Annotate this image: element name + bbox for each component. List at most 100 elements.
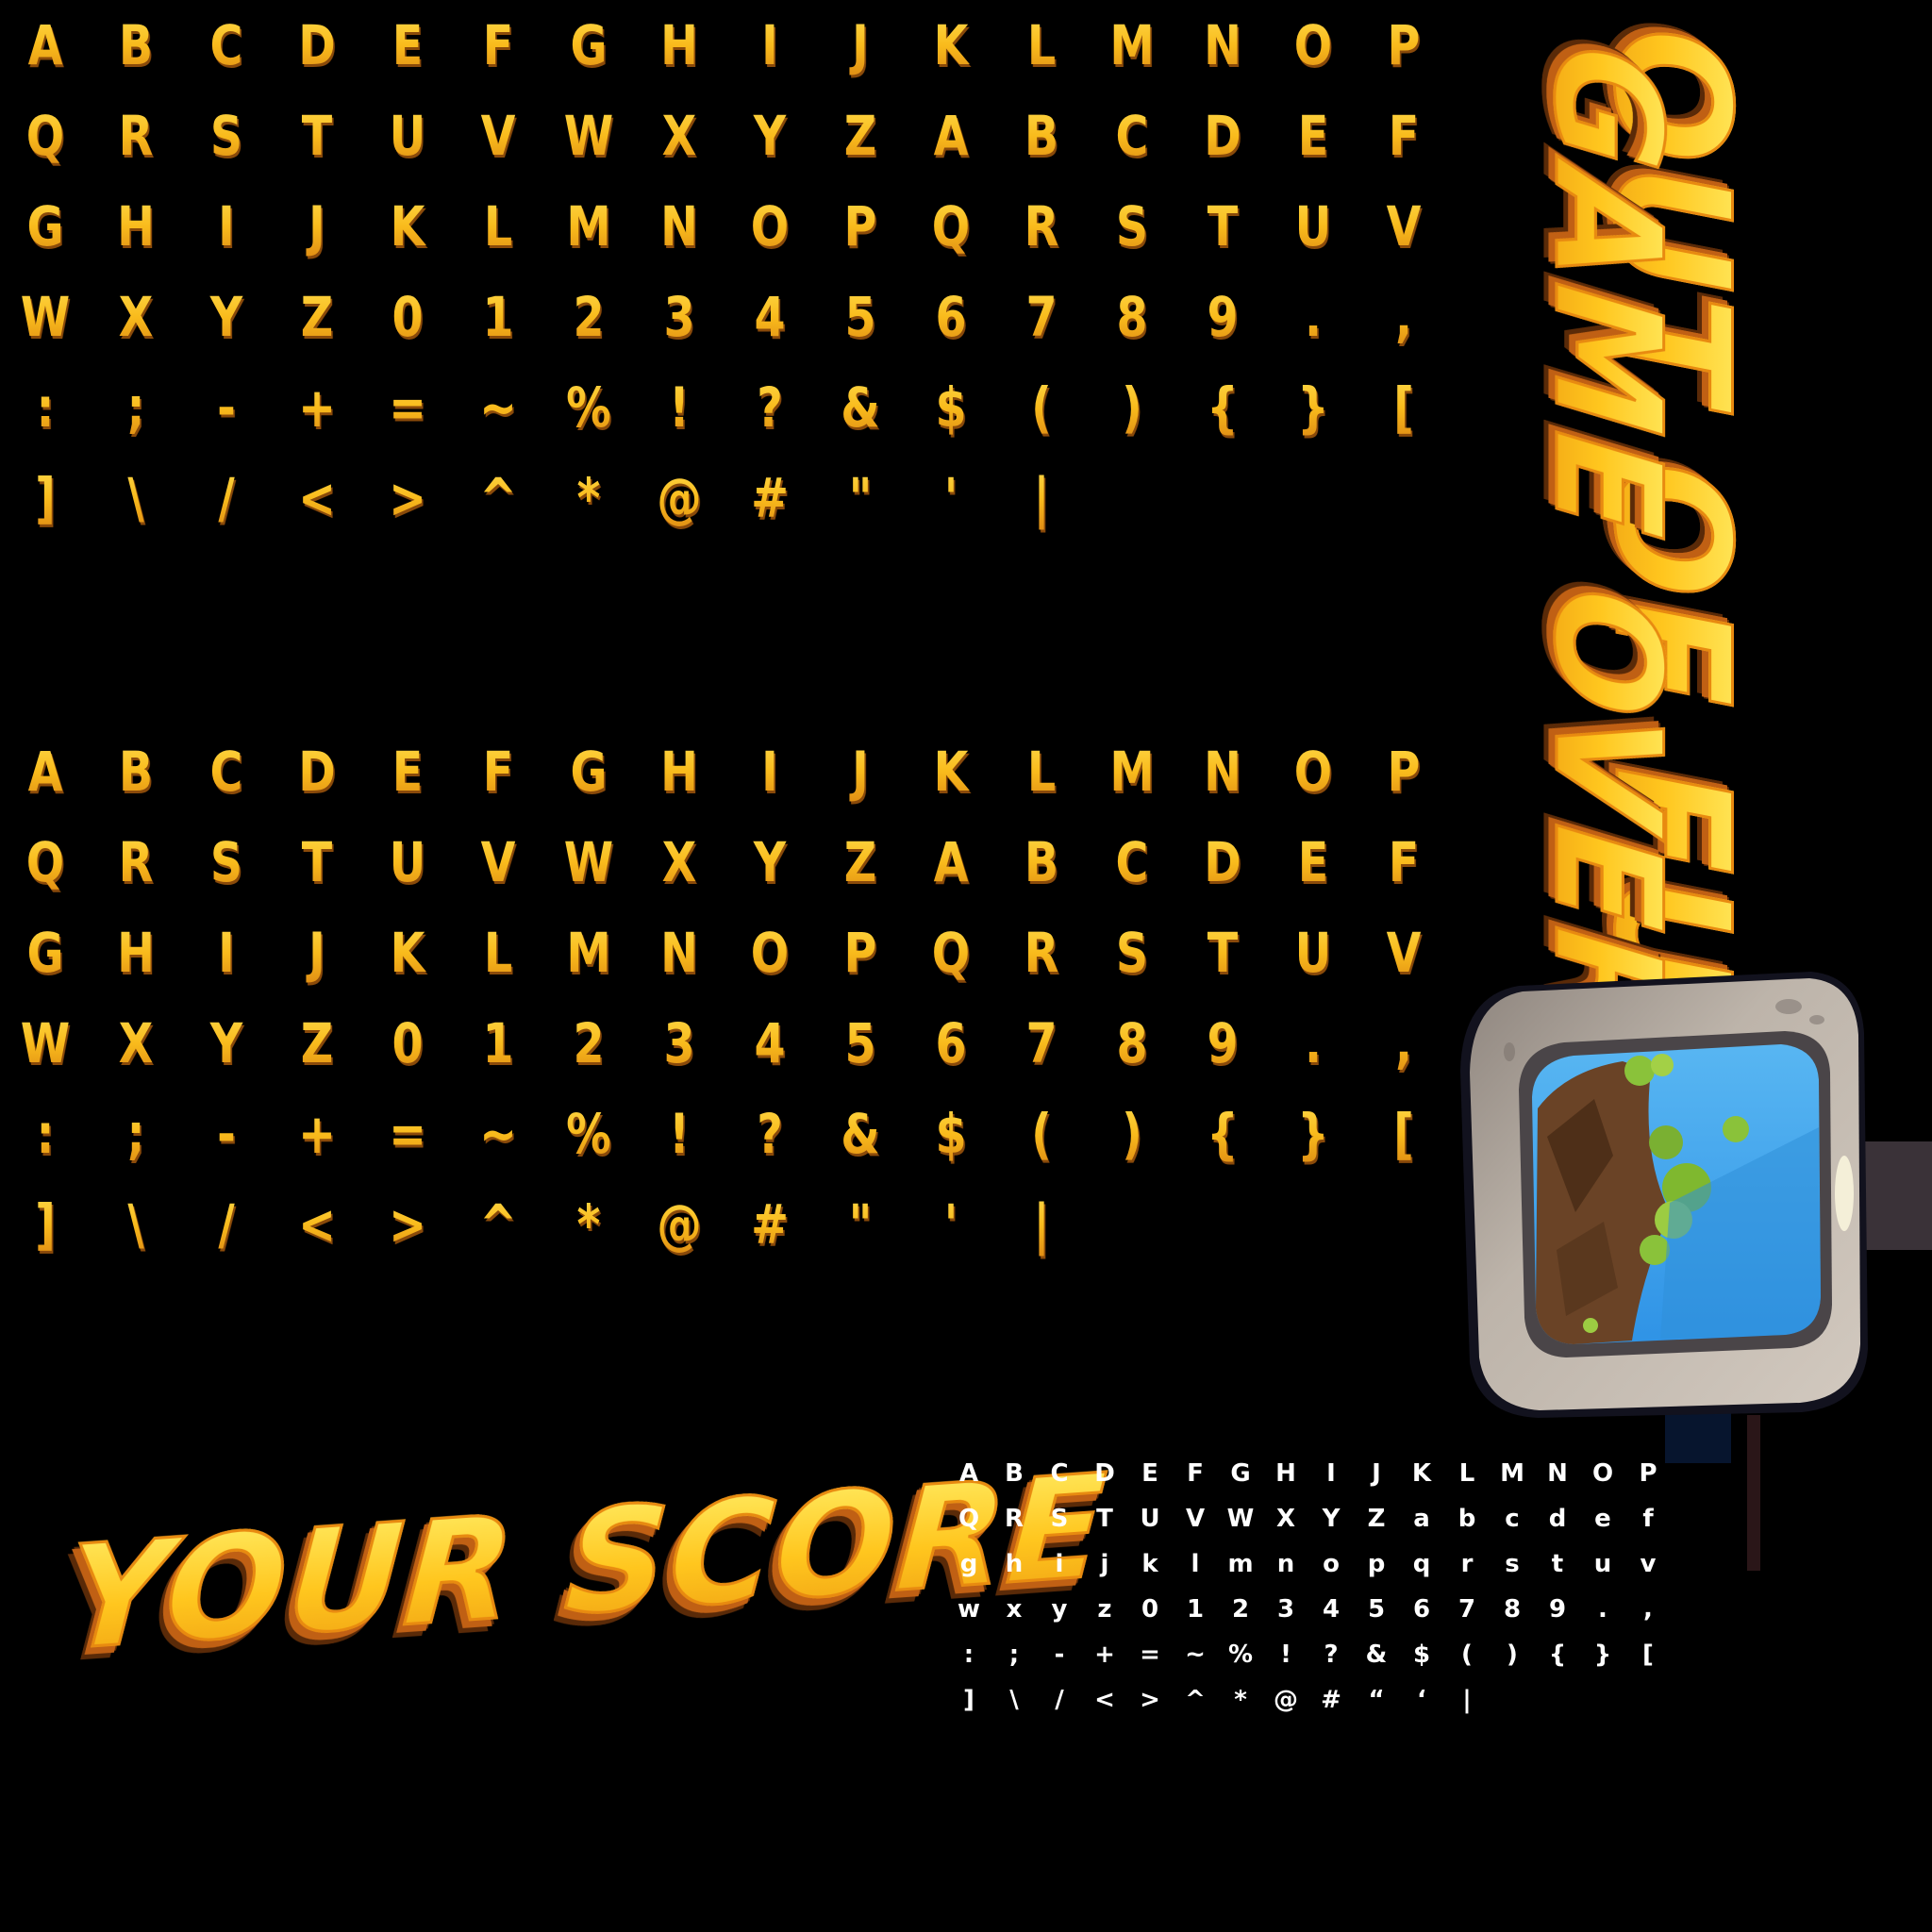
glyph: ! — [642, 362, 717, 453]
glyph: V — [461, 817, 536, 908]
glyph: ' — [914, 1179, 989, 1270]
glyph: ? — [1324, 1641, 1339, 1669]
glyph: ? — [733, 362, 808, 453]
glyph: H — [99, 908, 174, 998]
glyph: T — [1186, 181, 1260, 272]
glyph: Y — [190, 998, 264, 1089]
glyph: M — [1095, 726, 1170, 817]
glyph: * — [1234, 1686, 1247, 1714]
glyph: H — [642, 0, 717, 91]
glyph: O — [733, 908, 808, 998]
glyph: " — [824, 453, 898, 543]
glyph: F — [461, 0, 536, 91]
glyph: # — [1321, 1686, 1341, 1714]
glyph: } — [1276, 362, 1351, 453]
glyph: d — [1548, 1505, 1567, 1533]
glyph: E — [1276, 91, 1351, 181]
glyph: c — [1505, 1505, 1520, 1533]
glyph: { — [1186, 1089, 1260, 1179]
glyph: I — [190, 908, 264, 998]
glyph: A — [8, 0, 83, 91]
glyph: G — [552, 0, 626, 91]
glyph: 5 — [1367, 1595, 1386, 1624]
glyph: I — [1326, 1459, 1336, 1488]
glyph: ] — [963, 1686, 974, 1714]
glyph: T — [1096, 1505, 1113, 1533]
window-pole — [1747, 1415, 1760, 1571]
glyph: 2 — [552, 998, 626, 1089]
glyph: . — [1276, 998, 1351, 1089]
glyph: ; — [1008, 1641, 1020, 1669]
glyph: / — [190, 453, 264, 543]
glyph: Q — [914, 908, 989, 998]
glyph: U — [1276, 181, 1351, 272]
glyph: + — [1094, 1641, 1115, 1669]
glyph: L — [461, 908, 536, 998]
glyph: B — [1005, 817, 1079, 908]
glyph: * — [552, 1179, 626, 1270]
glyph: - — [190, 362, 264, 453]
glyph: 9 — [1548, 1595, 1567, 1624]
glyph: R — [99, 817, 174, 908]
glyph: z — [1097, 1595, 1112, 1624]
glyph: N — [1547, 1459, 1568, 1488]
glyph: ] — [8, 453, 83, 543]
glyph: * — [552, 453, 626, 543]
glyph: K — [1411, 1459, 1432, 1488]
glyph: W — [8, 272, 83, 362]
glyph: M — [552, 181, 626, 272]
glyph: t — [1551, 1550, 1564, 1578]
glyph: 3 — [642, 998, 717, 1089]
glyph: > — [371, 453, 445, 543]
glyph: | — [1005, 1179, 1079, 1270]
glyph: - — [190, 1089, 264, 1179]
glyph: R — [1004, 1505, 1024, 1533]
glyph: @ — [642, 1179, 717, 1270]
glyph: 0 — [371, 272, 445, 362]
glyph: U — [1140, 1505, 1160, 1533]
glyph: X — [642, 817, 717, 908]
glyph: 8 — [1095, 272, 1170, 362]
glyph: v — [1640, 1550, 1657, 1578]
glyph: & — [1365, 1641, 1388, 1669]
glyph: C — [190, 0, 264, 91]
white-font-sheet: ABCDEFGH I J KLMNOP QRSTUVWXYZab cde f gh i j k lmn… — [946, 1451, 1671, 1723]
glyph: C — [1095, 91, 1170, 181]
glyph: K — [371, 181, 445, 272]
glyph: ‘ — [1417, 1686, 1426, 1714]
glyph: Q — [958, 1505, 980, 1533]
glyph: i — [1055, 1550, 1064, 1578]
glyph: \ — [99, 1179, 174, 1270]
glyph: X — [99, 272, 174, 362]
glyph: w — [957, 1595, 981, 1624]
glyph: ! — [1280, 1641, 1291, 1669]
glyph: E — [371, 726, 445, 817]
glyph: C — [1050, 1459, 1069, 1488]
glyph: < — [280, 1179, 355, 1270]
glyph: R — [99, 91, 174, 181]
glyph: T — [280, 91, 355, 181]
glyph: 0 — [371, 998, 445, 1089]
glyph: ( — [1005, 362, 1079, 453]
glyph: { — [1548, 1641, 1567, 1669]
glyph: $ — [914, 362, 989, 453]
glyph: Q — [8, 91, 83, 181]
glyph: V — [1185, 1505, 1206, 1533]
glyph: ~ — [1185, 1641, 1206, 1669]
glyph: @ — [642, 453, 717, 543]
glyph: 4 — [733, 272, 808, 362]
glyph: Y — [733, 817, 808, 908]
glyph: T — [280, 817, 355, 908]
glyph: N — [1186, 0, 1260, 91]
glyph: M — [1095, 0, 1170, 91]
glyph: : — [963, 1641, 974, 1669]
glyph: 4 — [733, 998, 808, 1089]
glyph: % — [552, 362, 626, 453]
glyph: 7 — [1457, 1595, 1476, 1624]
glyph: 5 — [824, 272, 898, 362]
glyph: G — [1230, 1459, 1251, 1488]
glyph: % — [552, 1089, 626, 1179]
glyph: ~ — [461, 1089, 536, 1179]
glyph: } — [1276, 1089, 1351, 1179]
game-over-title: GAME OVER — [1521, 37, 1695, 1056]
